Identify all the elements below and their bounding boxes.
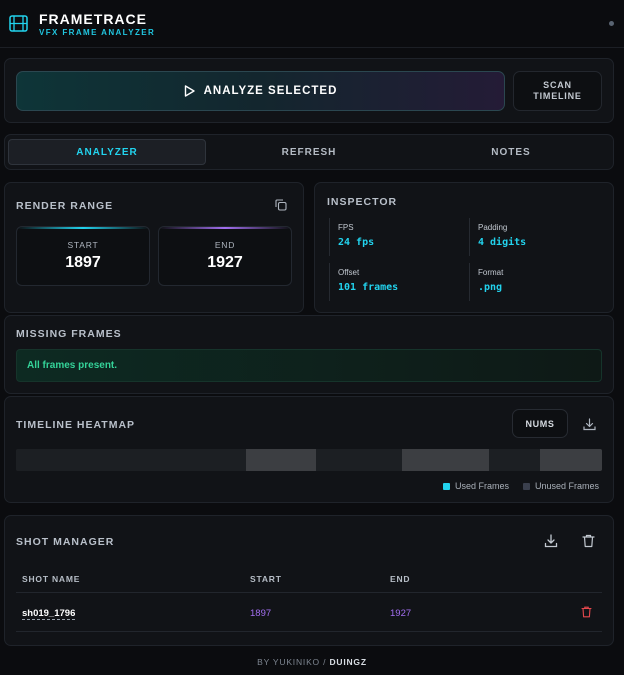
footer-credit: BY YUKINIKO / DUINGZ — [0, 657, 624, 667]
clear-trash-icon[interactable] — [578, 531, 598, 551]
inspector-format: Format .png — [469, 263, 603, 301]
end-accent-bar — [159, 227, 291, 229]
footer-brand: DUINGZ — [329, 657, 367, 667]
inspector-key: FPS — [338, 223, 354, 232]
missing-frames-message: All frames present. — [16, 349, 602, 382]
heatmap-segment — [540, 449, 602, 471]
range-start-value: 1897 — [65, 254, 101, 271]
inspector-value: 101 frames — [338, 282, 399, 293]
analyze-selected-label: ANALYZE SELECTED — [203, 85, 338, 97]
play-icon — [184, 85, 195, 97]
render-range-title: RENDER RANGE — [16, 200, 114, 212]
tab-notes[interactable]: NOTES — [412, 139, 610, 165]
legend-unused-label: Unused Frames — [535, 481, 600, 491]
inspector-key: Format — [478, 268, 504, 277]
shot-start-cell: 1897 — [250, 608, 272, 619]
app-title: FRAMETRACE — [39, 11, 147, 27]
tab-analyzer[interactable]: ANALYZER — [8, 139, 206, 165]
inspector-key: Offset — [338, 268, 360, 277]
tab-refresh[interactable]: REFRESH — [210, 139, 408, 165]
start-accent-bar — [17, 227, 149, 229]
column-header-end: END — [390, 574, 411, 584]
range-end-card: END 1927 — [158, 226, 292, 286]
heatmap-segment — [489, 449, 540, 471]
shot-manager-title: SHOT MANAGER — [16, 536, 115, 548]
inspector-title: INSPECTOR — [327, 196, 398, 208]
legend-used-swatch — [443, 483, 450, 490]
table-divider — [16, 592, 602, 593]
inspector-key: Padding — [478, 223, 508, 232]
shot-end-cell: 1927 — [390, 608, 412, 619]
inspector-value: .png — [478, 282, 503, 293]
table-divider — [16, 631, 602, 632]
inspector-padding: Padding 4 digits — [469, 218, 603, 256]
inspector-value: 24 fps — [338, 237, 375, 248]
missing-frames-title: MISSING FRAMES — [16, 328, 122, 340]
scan-timeline-button[interactable]: SCAN TIMELINE — [513, 71, 602, 111]
inspector-value: 4 digits — [478, 237, 527, 248]
column-header-start: START — [250, 574, 282, 584]
shot-name-cell[interactable]: sh019_1796 — [22, 608, 76, 620]
film-frame-icon — [9, 15, 28, 32]
status-dot — [609, 21, 614, 26]
heatmap-segment — [316, 449, 402, 471]
app-subtitle: VFX FRAME ANALYZER — [39, 28, 156, 37]
export-download-icon[interactable] — [541, 531, 561, 551]
legend-unused-swatch — [523, 483, 530, 490]
range-end-label: END — [214, 240, 236, 250]
app-header: FRAMETRACE VFX FRAME ANALYZER — [0, 0, 624, 48]
timeline-heatmap-title: TIMELINE HEATMAP — [16, 419, 136, 431]
range-end-value: 1927 — [207, 254, 243, 271]
heatmap-segment — [246, 449, 316, 471]
footer-prefix: BY YUKINIKO / — [257, 657, 327, 667]
legend-used-label: Used Frames — [455, 481, 510, 491]
inspector-fps: FPS 24 fps — [329, 218, 463, 256]
range-start-label: START — [67, 240, 99, 250]
heatmap-segment — [16, 449, 246, 471]
range-start-card: START 1897 — [16, 226, 150, 286]
analyze-selected-button[interactable]: ANALYZE SELECTED — [16, 71, 505, 111]
timeline-heatmap-bar[interactable] — [16, 449, 602, 471]
inspector-offset: Offset 101 frames — [329, 263, 463, 301]
download-icon[interactable] — [579, 414, 599, 434]
shot-manager-panel — [4, 515, 614, 646]
heatmap-segment — [402, 449, 489, 471]
column-header-shot-name: SHOT NAME — [22, 574, 81, 584]
nums-toggle-button[interactable]: NUMS — [512, 409, 568, 438]
delete-row-trash-icon[interactable] — [576, 602, 596, 622]
copy-icon[interactable] — [271, 195, 291, 215]
